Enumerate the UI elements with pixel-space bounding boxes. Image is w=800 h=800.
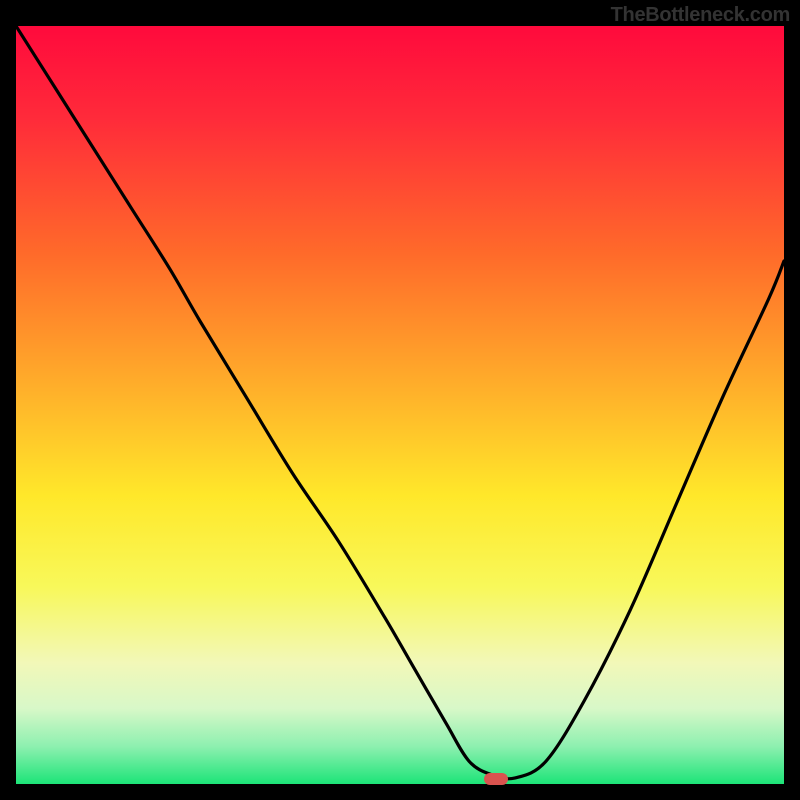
bottleneck-curve [16, 26, 784, 784]
optimal-marker [484, 773, 508, 785]
plot-area [16, 26, 784, 784]
watermark-label: TheBottleneck.com [611, 4, 790, 27]
chart-root: TheBottleneck.com [0, 0, 800, 800]
